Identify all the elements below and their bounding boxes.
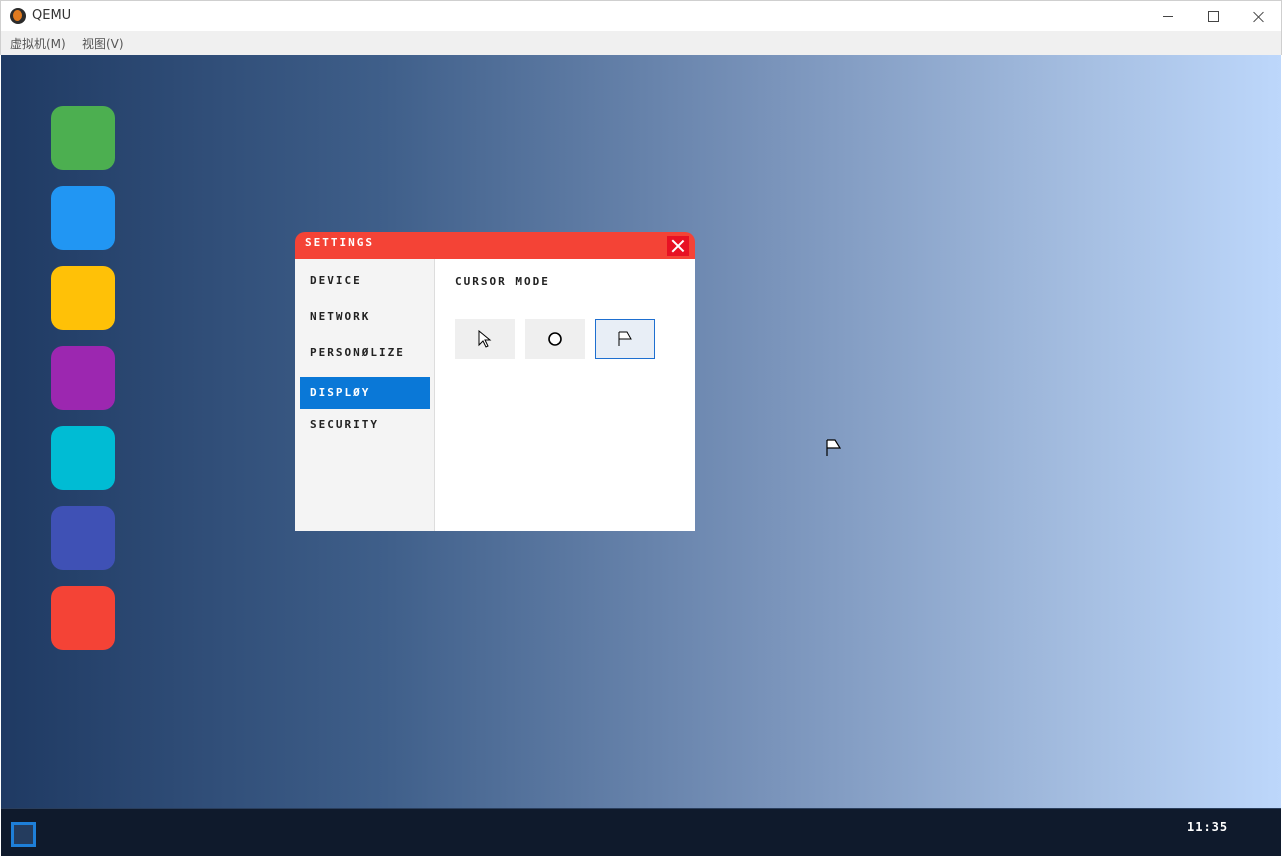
sidebar-item-device[interactable]: DEVICE — [300, 265, 430, 297]
sidebar-item-personalize[interactable]: PERSONØLIZE — [300, 337, 430, 369]
close-icon — [1253, 11, 1265, 23]
minimize-button[interactable] — [1145, 1, 1191, 32]
circle-cursor-icon — [548, 332, 562, 346]
start-button[interactable] — [11, 822, 36, 847]
sidebar-item-network[interactable]: NETWORK — [300, 301, 430, 333]
settings-title: SETTINGS — [305, 236, 374, 249]
qemu-logo-icon — [10, 8, 26, 24]
cyan-app-icon[interactable] — [51, 426, 115, 490]
minimize-icon — [1163, 16, 1173, 17]
settings-sidebar: DEVICE NETWORK PERSONØLIZE DISPLØY SECUR… — [295, 259, 435, 531]
sidebar-item-label: SECURITY — [310, 418, 379, 431]
maximize-button[interactable] — [1190, 1, 1236, 32]
sidebar-item-label: DISPLØY — [310, 386, 371, 399]
settings-window: SETTINGS DEVICE NETWORK PERSONØLIZE DISP… — [295, 232, 695, 531]
arrow-cursor-icon — [478, 330, 492, 348]
guest-screen: SETTINGS DEVICE NETWORK PERSONØLIZE DISP… — [1, 55, 1281, 856]
close-window-button[interactable] — [1236, 1, 1282, 32]
blue-app-icon[interactable] — [51, 186, 115, 250]
sidebar-item-display[interactable]: DISPLØY — [300, 377, 430, 409]
indigo-app-icon[interactable] — [51, 506, 115, 570]
menu-vm[interactable]: 虚拟机(M) — [10, 35, 66, 52]
mouse-cursor-icon — [826, 439, 842, 456]
yellow-app-icon[interactable] — [51, 266, 115, 330]
window-title: QEMU — [32, 8, 72, 23]
green-app-icon[interactable] — [51, 106, 115, 170]
settings-titlebar[interactable]: SETTINGS — [295, 232, 695, 259]
sidebar-item-label: PERSONØLIZE — [310, 346, 405, 359]
taskbar-clock: 11:35 — [1187, 820, 1229, 834]
sidebar-item-security[interactable]: SECURITY — [300, 409, 430, 441]
red-app-icon[interactable] — [51, 586, 115, 650]
settings-content: CURSOR MODE — [435, 259, 695, 531]
settings-close-button[interactable] — [667, 236, 689, 256]
cursor-mode-circle-button[interactable] — [525, 319, 585, 359]
menu-bar: 虚拟机(M) 视图(V) — [0, 31, 1282, 55]
cursor-mode-arrow-button[interactable] — [455, 319, 515, 359]
flag-cursor-icon — [618, 331, 632, 346]
cursor-mode-flag-button[interactable] — [595, 319, 655, 359]
close-icon — [672, 240, 684, 252]
cursor-mode-heading: CURSOR MODE — [455, 275, 550, 288]
purple-app-icon[interactable] — [51, 346, 115, 410]
menu-view[interactable]: 视图(V) — [82, 35, 124, 52]
taskbar: 11:35 — [1, 808, 1281, 856]
maximize-icon — [1207, 11, 1219, 22]
sidebar-item-label: DEVICE — [310, 274, 362, 287]
sidebar-item-label: NETWORK — [310, 310, 371, 323]
window-titlebar: QEMU — [0, 0, 1282, 31]
